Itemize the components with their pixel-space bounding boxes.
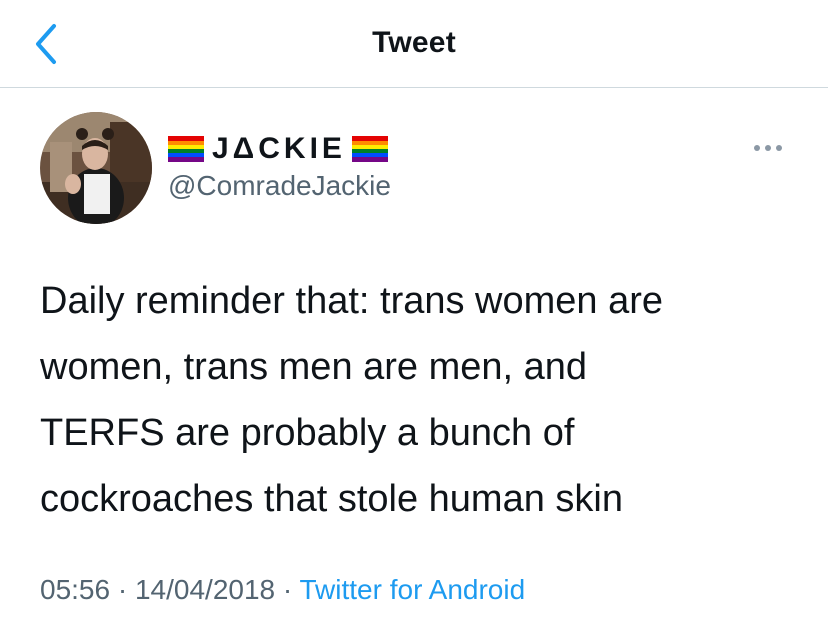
avatar-photo bbox=[40, 112, 152, 224]
tweet-text-line: cockroaches that stole human skin bbox=[40, 478, 623, 520]
more-horizontal-icon bbox=[754, 145, 782, 151]
rainbow-flag-icon bbox=[168, 136, 204, 162]
tweet-time: 05:56 bbox=[40, 574, 111, 605]
author-handle[interactable]: @ComradeJackie bbox=[168, 170, 391, 202]
author-name-row[interactable]: JΔCKIE bbox=[168, 130, 388, 168]
top-navigation-bar: Tweet bbox=[0, 0, 828, 88]
tweet-text-line: TERFS are probably a bunch of bbox=[40, 412, 575, 454]
page-title: Tweet bbox=[372, 26, 456, 59]
author-display-name: JΔCKIE bbox=[212, 132, 346, 165]
tweet-date: 14/04/2018 bbox=[134, 574, 276, 605]
tweet-text-line: Daily reminder that: trans women are bbox=[40, 280, 664, 322]
separator: · bbox=[282, 574, 293, 605]
tweet-source-link[interactable]: Twitter for Android bbox=[300, 574, 526, 605]
separator: · bbox=[117, 574, 128, 605]
more-options-button[interactable] bbox=[750, 136, 786, 160]
tweet-metadata: 05:56 · 14/04/2018 · Twitter for Android bbox=[40, 574, 525, 606]
rainbow-flag-icon bbox=[351, 136, 388, 162]
avatar[interactable] bbox=[40, 112, 152, 224]
tweet-text-line: women, trans men are men, and bbox=[40, 346, 588, 388]
tweet-text: Daily reminder that: trans women are wom… bbox=[40, 268, 800, 532]
